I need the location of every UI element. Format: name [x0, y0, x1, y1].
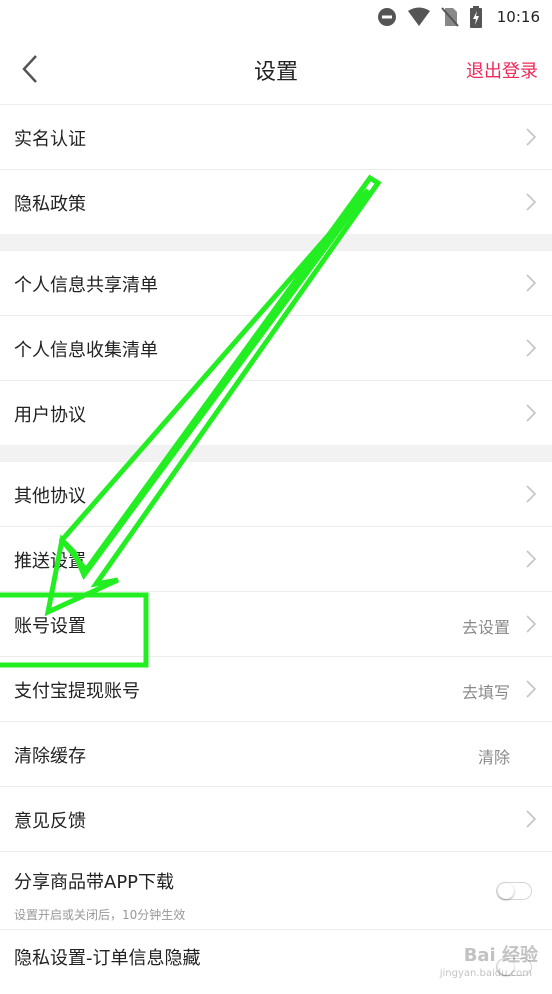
section-divider	[0, 234, 552, 250]
nav-bar: 设置 退出登录	[0, 34, 552, 104]
watermark-url: jingyan.baidu.com	[439, 968, 532, 979]
row-label: 隐私设置-订单信息隐藏	[14, 948, 201, 969]
settings-list: 实名认证 隐私政策 个人信息共享清单 个人信息收集清单 用户协议 其他协议 推送…	[0, 104, 552, 994]
row-label: 意见反馈	[14, 811, 86, 832]
row-label: 用户协议	[14, 405, 86, 426]
settings-row-clear-cache[interactable]: 清除缓存 清除	[0, 721, 552, 786]
row-label: 支付宝提现账号	[14, 681, 140, 702]
settings-row-share-with-app: 分享商品带APP下载 设置开启或关闭后，10分钟生效	[0, 851, 552, 929]
row-label: 推送设置	[14, 551, 86, 572]
chevron-right-icon	[526, 339, 536, 357]
settings-row-real-name[interactable]: 实名认证	[0, 104, 552, 169]
settings-row-info-share-list[interactable]: 个人信息共享清单	[0, 250, 552, 315]
battery-charging-icon	[469, 6, 482, 28]
chevron-right-icon	[526, 680, 536, 698]
row-label: 清除缓存	[14, 746, 86, 767]
chevron-right-icon	[526, 810, 536, 828]
chevron-right-icon	[526, 274, 536, 292]
settings-row-user-agreement[interactable]: 用户协议	[0, 380, 552, 445]
clear-cache-button[interactable]: 清除	[478, 744, 510, 768]
status-icons: 10:16	[377, 6, 540, 28]
row-label: 个人信息共享清单	[14, 275, 158, 296]
settings-row-alipay-account[interactable]: 支付宝提现账号 去填写	[0, 656, 552, 721]
watermark-logo: Bai 经验	[463, 945, 538, 966]
row-label: 个人信息收集清单	[14, 340, 158, 361]
share-app-toggle[interactable]	[496, 882, 532, 900]
chevron-right-icon	[526, 485, 536, 503]
row-label: 账号设置	[14, 616, 86, 637]
settings-row-privacy-policy[interactable]: 隐私政策	[0, 169, 552, 234]
row-label: 分享商品带APP下载	[14, 872, 175, 893]
chevron-right-icon	[526, 193, 536, 211]
section-divider	[0, 445, 552, 461]
logout-button[interactable]: 退出登录	[466, 57, 538, 83]
wifi-icon	[407, 7, 430, 26]
chevron-right-icon	[526, 550, 536, 568]
chevron-right-icon	[526, 615, 536, 633]
no-sim-icon	[441, 7, 459, 27]
settings-row-push-settings[interactable]: 推送设置	[0, 526, 552, 591]
row-value: 去设置	[461, 618, 510, 637]
status-time: 10:16	[496, 8, 540, 26]
row-label: 隐私政策	[14, 194, 86, 215]
settings-row-info-collect-list[interactable]: 个人信息收集清单	[0, 315, 552, 380]
status-bar: 10:16	[0, 0, 552, 34]
chevron-right-icon	[526, 404, 536, 422]
row-subtitle: 设置开启或关闭后，10分钟生效	[14, 908, 186, 922]
row-value: 去填写	[461, 683, 510, 702]
chevron-right-icon	[526, 128, 536, 146]
settings-row-account-settings[interactable]: 账号设置 去设置	[0, 591, 552, 656]
do-not-disturb-icon	[377, 8, 396, 26]
row-label: 其他协议	[14, 486, 86, 507]
row-label: 实名认证	[14, 129, 86, 150]
settings-row-feedback[interactable]: 意见反馈	[0, 786, 552, 851]
settings-row-other-agreements[interactable]: 其他协议	[0, 461, 552, 526]
toggle-knob	[498, 883, 514, 899]
